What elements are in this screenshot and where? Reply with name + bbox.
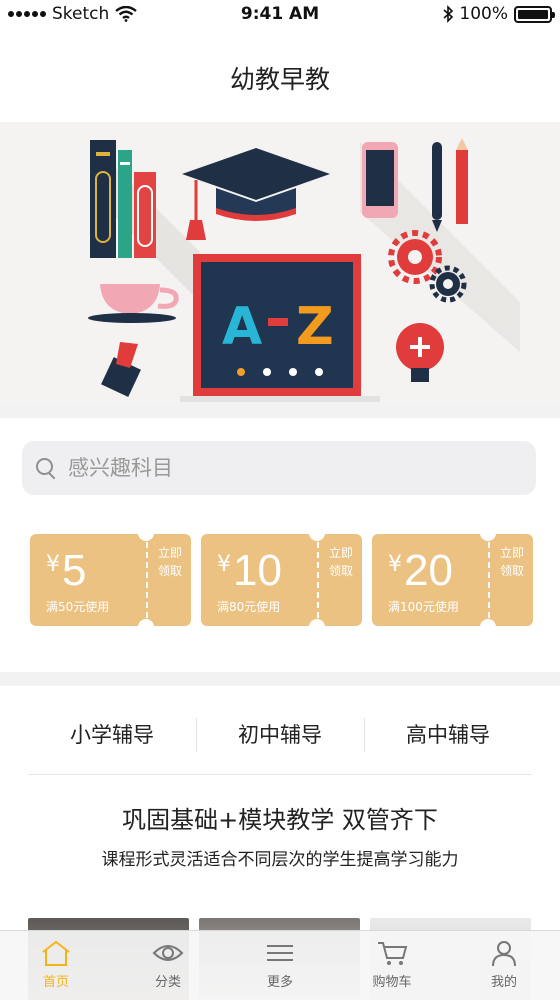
bluetooth-icon (443, 5, 454, 23)
tabbar-label: 购物车 (372, 975, 412, 990)
pencil-icon (456, 150, 468, 224)
claim-coupon-button[interactable]: 立即领取 (158, 544, 182, 580)
tabbar-item-profile[interactable]: 我的 (448, 931, 560, 1000)
coupon-card[interactable]: ¥ 5 满50元使用 立即领取 (30, 534, 191, 626)
tabbar-label: 我的 (490, 975, 517, 990)
svg-text:Z: Z (296, 297, 334, 357)
tabbar-item-category[interactable]: 分类 (112, 931, 224, 1000)
status-bar: Sketch 9:41 AM 100% (0, 0, 560, 30)
pager-dot[interactable] (263, 368, 271, 376)
menu-icon (267, 945, 293, 961)
currency-symbol: ¥ (388, 552, 402, 577)
pager-dot[interactable] (315, 368, 323, 376)
tabbar-label: 分类 (154, 975, 181, 990)
section-subtitle: 课程形式灵活适合不同层次的学生提高学习能力 (101, 850, 459, 870)
tab-primary[interactable]: 小学辅导 (28, 714, 196, 756)
pen-icon (432, 142, 442, 220)
user-icon (492, 941, 516, 967)
pager-dot[interactable] (289, 368, 297, 376)
section-divider (0, 404, 560, 418)
coupon-card[interactable]: ¥ 20 满100元使用 立即领取 (372, 534, 533, 626)
coupon-value: 10 (233, 546, 282, 595)
cart-icon (378, 942, 408, 965)
grade-tabs: 小学辅导 初中辅导 高中辅导 (28, 714, 532, 756)
coupon-value: 20 (404, 546, 453, 595)
search-icon (34, 456, 58, 480)
graduation-cap-icon (182, 148, 330, 200)
battery-percent: 100% (459, 4, 508, 24)
search-bar[interactable] (22, 441, 536, 495)
cup-icon (88, 284, 179, 323)
banner-illustration: A Z (88, 138, 520, 402)
tabbar-label: 首页 (42, 975, 69, 990)
claim-coupon-button[interactable]: 立即领取 (329, 544, 353, 580)
bottom-tab-bar: 首页 分类 更多 购物车 我的 (0, 930, 560, 1000)
tabbar-item-home[interactable]: 首页 (0, 931, 112, 1000)
tabbar-label: 更多 (266, 975, 293, 990)
banner-carousel[interactable]: A Z (0, 122, 560, 404)
coupon-value: 5 (62, 546, 87, 595)
battery-icon (514, 5, 555, 23)
tabbar-item-more[interactable]: 更多 (224, 931, 336, 1000)
coupon-condition: 满100元使用 (388, 600, 459, 614)
currency-symbol: ¥ (217, 552, 231, 577)
section-divider (0, 672, 560, 686)
tabs-divider (28, 774, 532, 775)
section-title: 巩固基础+模块教学 双管齐下 (122, 806, 438, 834)
coupon-list: ¥ 5 满50元使用 立即领取 ¥ 10 满80元使用 立即领取 ¥ 20 满1… (30, 534, 534, 626)
eye-icon (152, 945, 184, 961)
pager-dot[interactable] (237, 368, 245, 376)
book-icon (90, 140, 116, 258)
currency-symbol: ¥ (46, 552, 60, 577)
tab-senior-high[interactable]: 高中辅导 (364, 714, 532, 756)
tabbar-item-cart[interactable]: 购物车 (336, 931, 448, 1000)
coupon-condition: 满80元使用 (217, 600, 281, 614)
home-icon (42, 940, 70, 966)
coupon-card[interactable]: ¥ 10 满80元使用 立即领取 (201, 534, 362, 626)
carousel-pager[interactable] (0, 368, 560, 376)
search-input[interactable] (68, 456, 488, 480)
claim-coupon-button[interactable]: 立即领取 (500, 544, 524, 580)
svg-text:A: A (222, 297, 262, 357)
tab-junior-high[interactable]: 初中辅导 (196, 714, 364, 756)
page-title: 幼教早教 (229, 65, 330, 94)
nav-bar: 幼教早教 (0, 30, 560, 122)
coupon-condition: 满50元使用 (46, 600, 110, 614)
